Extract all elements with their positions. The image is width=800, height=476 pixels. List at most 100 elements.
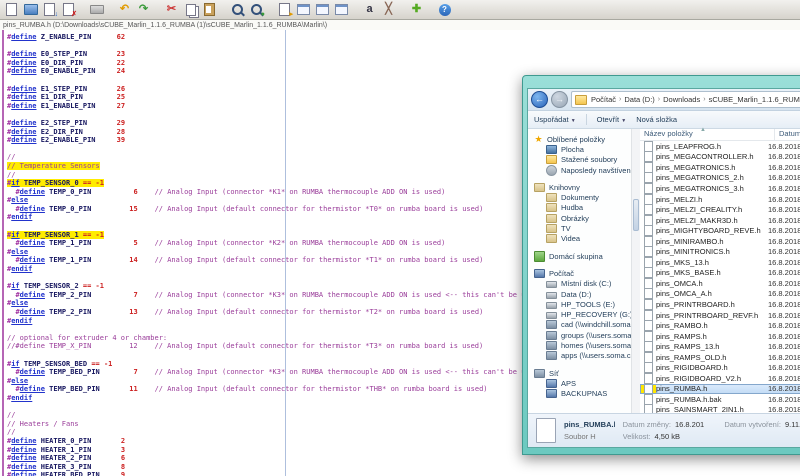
command-otevřít[interactable]: Otevřít ▼ <box>597 115 627 124</box>
explorer-window[interactable]: ← → Počítač›Data (D:)›Downloads›sCUBE_Ma… <box>522 75 800 455</box>
breadcrumb-segment[interactable]: Data (D:) <box>624 95 654 104</box>
undo-icon[interactable]: ↶ <box>116 2 133 17</box>
new-window-icon[interactable]: ▸ <box>276 2 293 17</box>
file-icon-cell <box>640 194 656 205</box>
print-icon[interactable] <box>88 2 105 17</box>
sidebar-item[interactable]: groups (\\users.soma.cz) <box>546 330 631 340</box>
window-maximize-icon[interactable] <box>295 2 312 17</box>
command-nová-složka[interactable]: Nová složka <box>636 115 677 124</box>
file-row[interactable]: pins_SAINSMART_2IN1.h16.8.2018 13:57 <box>640 405 800 413</box>
command-bar-separator <box>586 114 587 125</box>
sidebar-group-s-[interactable]: Síť <box>534 368 631 378</box>
sidebar-item[interactable]: Obrázky <box>546 213 631 223</box>
sidebar-item[interactable]: Místní disk (C:) <box>546 279 631 289</box>
breadcrumb[interactable]: Počítač›Data (D:)›Downloads›sCUBE_Marlin… <box>571 91 800 108</box>
column-header-name[interactable]: Název položky <box>640 129 775 140</box>
file-name: pins_RIGIDBOARD_V2.h <box>656 374 768 383</box>
sidebar-group-knihovny[interactable]: Knihovny <box>534 182 631 192</box>
column-header-date[interactable]: Datum změny <box>775 129 800 140</box>
sidebar-item[interactable]: Naposledy navštívené <box>546 165 631 175</box>
sidebar-scrollbar[interactable] <box>631 129 640 413</box>
add-plugin-icon[interactable]: ✚ <box>408 2 425 17</box>
computer-icon <box>546 379 557 388</box>
sidebar-item[interactable]: HP_TOOLS (E:) <box>546 299 631 309</box>
folder-icon <box>575 95 587 105</box>
star-icon: ★ <box>534 135 543 144</box>
copy-icon[interactable] <box>182 2 199 17</box>
file-icon-cell <box>640 373 656 384</box>
file-row[interactable]: pins_PRINTRBOARD.h16.8.2018 13:57 <box>640 299 800 310</box>
sidebar-item[interactable]: Stažené soubory <box>546 155 631 165</box>
find-in-files-icon[interactable]: ● <box>248 2 265 17</box>
sidebar-item[interactable]: HP_RECOVERY (G:) <box>546 309 631 319</box>
sidebar-group-obl-ben-polo-ky[interactable]: ★Oblíbené položky <box>534 134 631 144</box>
file-row[interactable]: pins_MEGATRONICS_3.h16.8.2018 13:57 <box>640 183 800 194</box>
file-row[interactable]: pins_RAMPS.h16.8.2018 13:57 <box>640 331 800 342</box>
sidebar-item[interactable]: Data (D:) <box>546 289 631 299</box>
file-row[interactable]: pins_MIGHTYBOARD_REVE.h16.8.2018 13:57 <box>640 225 800 236</box>
command-uspořádat[interactable]: Uspořádat ▼ <box>534 115 576 124</box>
file-icon <box>644 331 653 342</box>
cut-icon[interactable]: ✂ <box>163 2 180 17</box>
paste-icon[interactable] <box>201 2 218 17</box>
file-date: 16.8.2018 13:57 <box>768 363 800 372</box>
file-row[interactable]: pins_MINITRONICS.h16.8.2018 13:57 <box>640 246 800 257</box>
file-icon-cell <box>640 405 656 413</box>
window-tile-icon[interactable] <box>314 2 331 17</box>
new-file-icon[interactable] <box>3 2 20 17</box>
font-settings-icon[interactable]: a <box>361 2 378 17</box>
file-row[interactable]: pins_MELZI_MAKR3D.h16.8.2018 13:57 <box>640 215 800 226</box>
file-row[interactable]: pins_MKS_BASE.h16.8.2018 13:57 <box>640 268 800 279</box>
find-icon[interactable] <box>229 2 246 17</box>
file-row[interactable]: pins_RAMPS_13.h16.8.2018 13:57 <box>640 341 800 352</box>
back-button[interactable]: ← <box>531 91 548 108</box>
file-row[interactable]: pins_RIGIDBOARD_V2.h16.8.2018 13:57 <box>640 373 800 384</box>
sidebar-group-po-ta-[interactable]: Počítač <box>534 268 631 278</box>
tools-icon[interactable]: ╳ <box>380 2 397 17</box>
file-row[interactable]: pins_OMCA.h16.8.2018 13:57 <box>640 278 800 289</box>
breadcrumb-segment[interactable]: Počítač <box>591 95 616 104</box>
sidebar-item[interactable]: Plocha <box>546 144 631 154</box>
sidebar-item[interactable]: BACKUPNAS <box>546 389 631 399</box>
sidebar-item[interactable]: cad (\\windchill.soma.cz) <box>546 320 631 330</box>
file-row[interactable]: pins_RUMBA.h.bak16.8.2018 13:57 <box>640 394 800 405</box>
scrollbar-thumb[interactable] <box>633 199 639 231</box>
file-icon-cell <box>640 299 656 310</box>
file-row[interactable]: pins_LEAPFROG.h16.8.2018 13:57 <box>640 141 800 152</box>
sidebar-item[interactable]: TV <box>546 223 631 233</box>
sidebar-item[interactable]: APS <box>546 378 631 388</box>
file-date: 16.8.2018 13:57 <box>768 163 800 172</box>
help-icon[interactable]: ? <box>436 2 453 17</box>
file-row[interactable]: pins_RIGIDBOARD.h16.8.2018 13:57 <box>640 362 800 373</box>
sidebar-item[interactable]: Videa <box>546 234 631 244</box>
file-row[interactable]: pins_MELZI_CREALITY.h16.8.2018 13:57 <box>640 204 800 215</box>
file-row[interactable]: pins_RUMBA.h16.8.2018 13:57 <box>640 384 800 395</box>
sidebar-item[interactable]: homes (\\users.soma.cz) <box>546 340 631 350</box>
file-row[interactable]: pins_MEGACONTROLLER.h16.8.2018 13:57 <box>640 152 800 163</box>
file-name: pins_MINIRAMBO.h <box>656 237 768 246</box>
close-file-icon[interactable]: ✗ <box>60 2 77 17</box>
open-file-icon[interactable] <box>22 2 39 17</box>
details-file-name: pins_RUMBA.h <box>564 420 615 429</box>
file-row[interactable]: pins_MKS_13.h16.8.2018 13:57 <box>640 257 800 268</box>
redo-icon[interactable]: ↷ <box>135 2 152 17</box>
file-row[interactable]: pins_MEGATRONICS.h16.8.2018 13:57 <box>640 162 800 173</box>
file-row[interactable]: pins_PRINTRBOARD_REVF.h16.8.2018 13:57 <box>640 310 800 321</box>
window-cascade-icon[interactable] <box>333 2 350 17</box>
breadcrumb-segment[interactable]: Downloads <box>663 95 700 104</box>
file-row[interactable]: pins_MEGATRONICS_2.h16.8.2018 13:57 <box>640 173 800 184</box>
sidebar-item[interactable]: apps (\\users.soma.cz) (Z:) <box>546 351 631 361</box>
file-name: pins_MELZI.h <box>656 195 768 204</box>
file-row[interactable]: pins_RAMPS_OLD.h16.8.2018 13:57 <box>640 352 800 363</box>
save-file-icon[interactable]: ↓ <box>41 2 58 17</box>
file-row[interactable]: pins_MELZI.h16.8.2018 13:57 <box>640 194 800 205</box>
sidebar-item[interactable]: Dokumenty <box>546 192 631 202</box>
forward-button[interactable]: → <box>551 91 568 108</box>
file-row[interactable]: pins_OMCA_A.h16.8.2018 13:57 <box>640 289 800 300</box>
sidebar-group-dom-c-skupina[interactable]: Domácí skupina <box>534 251 631 261</box>
file-row[interactable]: pins_RAMBO.h16.8.2018 13:57 <box>640 320 800 331</box>
sidebar-item[interactable]: Hudba <box>546 203 631 213</box>
breadcrumb-segment[interactable]: sCUBE_Marlin_1.1.6_RUMBA (1) <box>709 95 800 104</box>
editor-tab[interactable]: pins_RUMBA.h (D:\Downloads\sCUBE_Marlin_… <box>0 22 327 29</box>
file-row[interactable]: pins_MINIRAMBO.h16.8.2018 13:57 <box>640 236 800 247</box>
